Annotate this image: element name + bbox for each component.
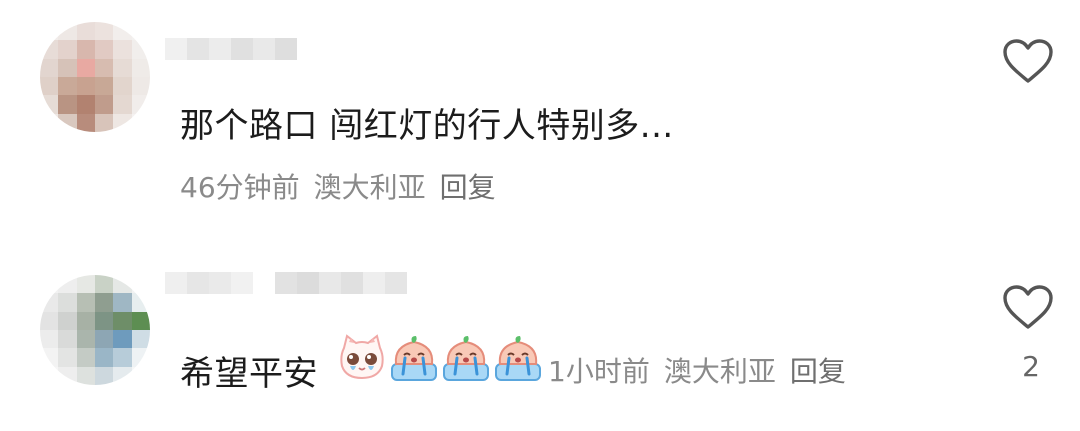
comment-location: 澳大利亚	[313, 171, 426, 204]
peach-crying-emoji	[443, 336, 489, 381]
comment-text: 希望平安	[180, 354, 318, 394]
like-heart-icon[interactable]	[1002, 38, 1054, 84]
avatar[interactable]	[40, 22, 150, 132]
reply-button[interactable]: 回复	[790, 350, 846, 390]
comment-location: 澳大利亚	[663, 355, 776, 388]
comment-meta: 1小时前 澳大利亚 回复	[548, 350, 846, 390]
comment-meta: 46分钟前 澳大利亚 回复	[180, 166, 496, 206]
reply-button[interactable]: 回复	[440, 166, 496, 206]
peach-crying-emoji	[495, 336, 541, 381]
comment-time: 1小时前	[548, 355, 650, 388]
avatar[interactable]	[40, 275, 150, 385]
username[interactable]	[165, 38, 297, 60]
cat-crying-emoji	[340, 334, 384, 380]
like-count: 2	[1022, 350, 1040, 383]
comment-item[interactable]: 那个路口 闯红灯的行人特别多... 46分钟前 澳大利亚 回复	[0, 0, 1080, 230]
like-heart-icon[interactable]	[1002, 284, 1054, 330]
emoji-row	[338, 334, 542, 382]
username[interactable]	[165, 272, 407, 294]
comment-text: 那个路口 闯红灯的行人特别多...	[180, 106, 674, 146]
peach-crying-emoji	[391, 336, 437, 381]
comment-item[interactable]: 希望平安 1小时前 澳大利亚 回复 2	[0, 250, 1080, 431]
comment-time: 46分钟前	[180, 171, 300, 204]
